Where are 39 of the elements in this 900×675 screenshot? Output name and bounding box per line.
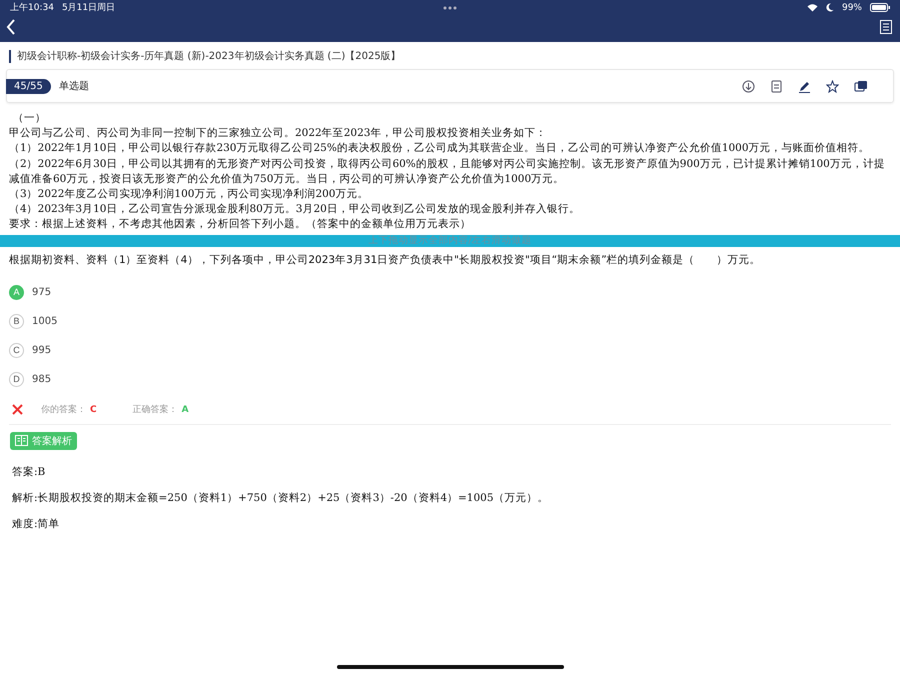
moon-icon	[826, 3, 834, 12]
pencil-icon[interactable]	[798, 80, 811, 92]
status-date: 5月11日周日	[62, 2, 116, 14]
passage-paragraph: （1）2022年1月10日，甲公司以银行存款230万元取得乙公司25%的表决权股份，乙公司成为其联营企业。当日，乙公司的可辨认净资产公允价值1000万元，与账面价值相符。	[9, 141, 871, 156]
drag-hint-text: 上下拖动显示全部内容/左右滑动做题	[368, 234, 532, 246]
option-text[interactable]: 985	[32, 374, 52, 385]
question-type-label: 单选题	[58, 80, 90, 93]
option-text[interactable]: 995	[32, 344, 52, 356]
breadcrumb-title: 初级会计职称-初级会计实务-历年真题 (新)-2023年初级会计实务真题 (二)【2025版】	[9, 50, 894, 63]
passage-paragraph: （2）2022年6月30日，甲公司以其拥有的无形资产对丙公司投资，取得丙公司60%的股权，且能够对丙公司实施控制。该无形资产原值为900万元，已计提累计摊销100万元，计提减值准备60万元，投资日该无形资产的公允价值为750万元。当日，丙公司的可辨认净资产公允价值为1000万元。	[9, 156, 886, 187]
battery-icon	[870, 3, 890, 12]
battery-level: 99%	[842, 2, 862, 12]
passage-paragraph: （4）2023年3月10日，乙公司宣告分派现金股利80万元。3月20日，甲公司收到乙公司发放的现金股利并存入银行。	[9, 202, 581, 218]
correct-answer-value: A	[182, 404, 189, 415]
star-icon[interactable]	[826, 80, 839, 92]
correct-answer-label: 正确答案：	[132, 403, 178, 416]
status-time: 上午10:34	[10, 2, 54, 14]
passage-heading: （一）	[12, 111, 47, 126]
passage-paragraph: 要求：根据上述资料，不考虑其他因素，分析回答下列小题。（答案中的金额单位用万元表示）	[9, 217, 472, 232]
explanation-text: 解析:长期股权投资的期末金额=250（资料1）+750（资料2）+25（资料3）-20（资料4）=1005（万元）。	[11, 490, 550, 506]
option-letter[interactable]: C	[9, 342, 24, 358]
passage-paragraph: （3）2022年度乙公司实现净利润100万元，丙公司实现净利润200万元。	[9, 187, 370, 202]
book-icon	[15, 434, 28, 447]
passage-paragraph: 甲公司与乙公司、丙公司为非同一控制下的三家独立公司。2022年至2023年，甲公司股权投资相关业务如下：	[9, 126, 548, 142]
answer-sheet-icon[interactable]	[880, 20, 892, 34]
your-answer-label: 你的答案：	[41, 403, 86, 416]
document-icon[interactable]	[770, 80, 783, 92]
your-answer-value: C	[90, 404, 97, 415]
answer-text: 答案:B	[11, 464, 46, 480]
option-letter[interactable]: D	[9, 372, 24, 387]
question-text: 根据期初资料、资料（1）至资料（4），下列各项中，甲公司2023年3月31日资产负债表中"长期股权投资"项目“期末余额”栏的填列金额是（ ）万元。	[9, 252, 762, 268]
difficulty-text: 难度:简单	[11, 516, 61, 532]
back-icon[interactable]	[6, 19, 16, 35]
option-text[interactable]: 1005	[32, 316, 58, 327]
option-text[interactable]: 975	[32, 286, 52, 298]
wifi-icon	[806, 3, 818, 12]
progress-badge: 45/55	[6, 78, 51, 94]
option-letter[interactable]: B	[9, 314, 24, 329]
download-icon[interactable]	[742, 80, 755, 92]
